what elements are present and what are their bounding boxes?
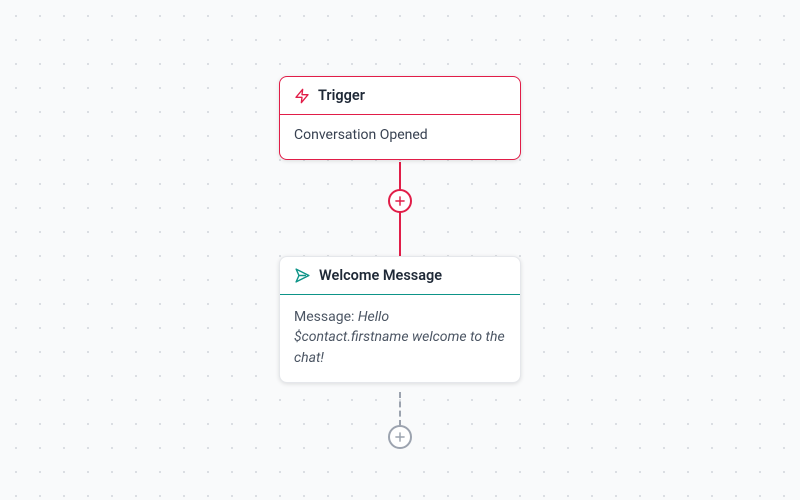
connector-line-dashed — [399, 392, 401, 426]
node-body: Message: Hello $contact.firstname welcom… — [280, 295, 520, 382]
add-step-button[interactable] — [388, 425, 412, 449]
message-label: Message: — [294, 309, 358, 325]
node-title: Welcome Message — [319, 267, 442, 284]
flow-canvas[interactable]: Trigger Conversation Opened Welcome Mess… — [0, 0, 800, 500]
trigger-node[interactable]: Trigger Conversation Opened — [279, 76, 521, 160]
node-header: Trigger — [280, 77, 520, 115]
add-step-button[interactable] — [388, 189, 412, 213]
send-icon — [294, 267, 311, 284]
node-body: Conversation Opened — [280, 115, 520, 159]
node-title: Trigger — [318, 87, 365, 104]
lightning-icon — [294, 88, 310, 104]
connector-line — [399, 211, 401, 256]
node-header: Welcome Message — [280, 257, 520, 295]
connector-line — [399, 162, 401, 190]
welcome-message-node[interactable]: Welcome Message Message: Hello $contact.… — [279, 256, 521, 383]
